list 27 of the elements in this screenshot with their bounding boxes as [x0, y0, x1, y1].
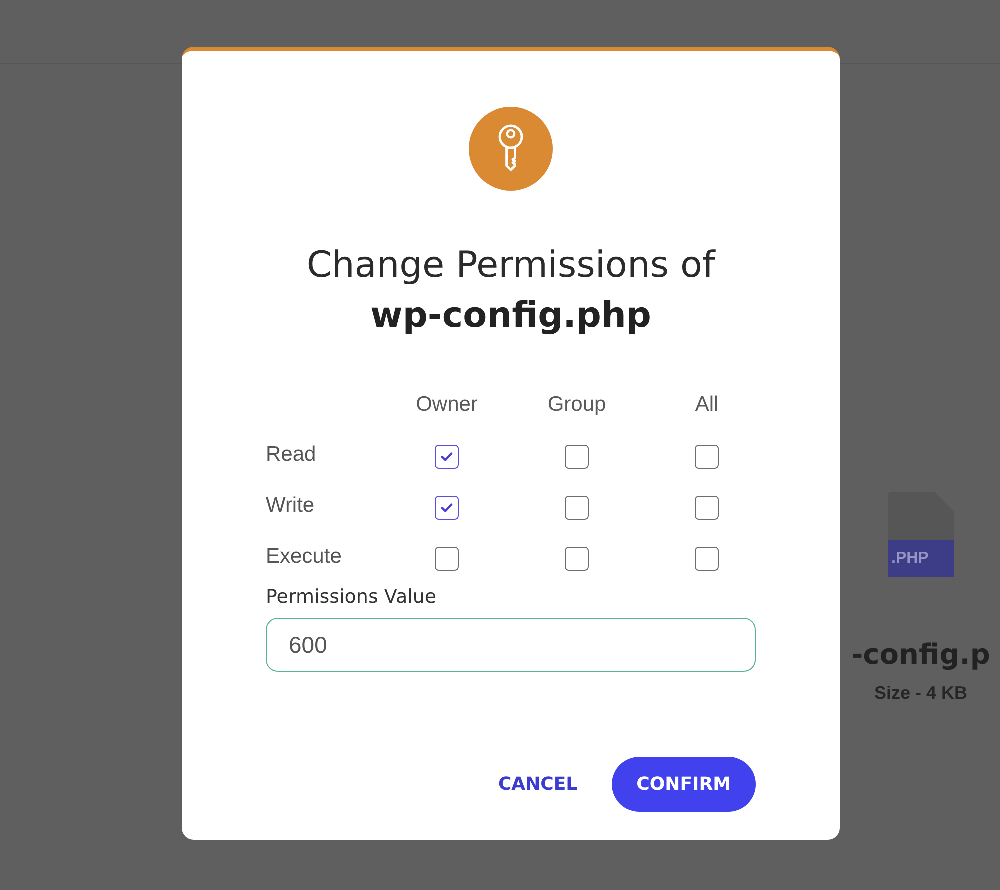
column-header: Group [548, 392, 606, 418]
checkbox[interactable] [695, 444, 719, 468]
dialog-filename: wp-config.php [370, 295, 652, 338]
checkbox[interactable] [565, 546, 589, 570]
checkbox[interactable] [435, 444, 459, 468]
checkbox[interactable] [435, 496, 459, 520]
file-name: -config.p [852, 637, 990, 673]
file-size: Size - 4 KB [874, 682, 968, 705]
check-icon [441, 502, 453, 512]
column-header: Owner [416, 392, 478, 418]
checkbox[interactable] [435, 546, 459, 570]
row-label: Execute [266, 544, 342, 568]
file-extension-label: .PHP [888, 540, 954, 577]
row-label: Write [266, 494, 315, 518]
permissions-value-input[interactable]: 600 [266, 618, 756, 672]
column-header: All [695, 392, 719, 418]
confirm-button[interactable]: CONFIRM [612, 757, 756, 812]
cancel-button[interactable]: CANCEL [488, 757, 588, 812]
checkbox[interactable] [695, 496, 719, 520]
check-icon [441, 452, 453, 462]
field-label: Permissions Value [266, 585, 437, 609]
dialog-title: Change Permissions of [306, 244, 716, 288]
checkbox[interactable] [695, 546, 719, 570]
checkbox[interactable] [565, 444, 589, 468]
key-icon [469, 107, 553, 191]
row-label: Read [266, 442, 316, 466]
checkbox[interactable] [565, 496, 589, 520]
